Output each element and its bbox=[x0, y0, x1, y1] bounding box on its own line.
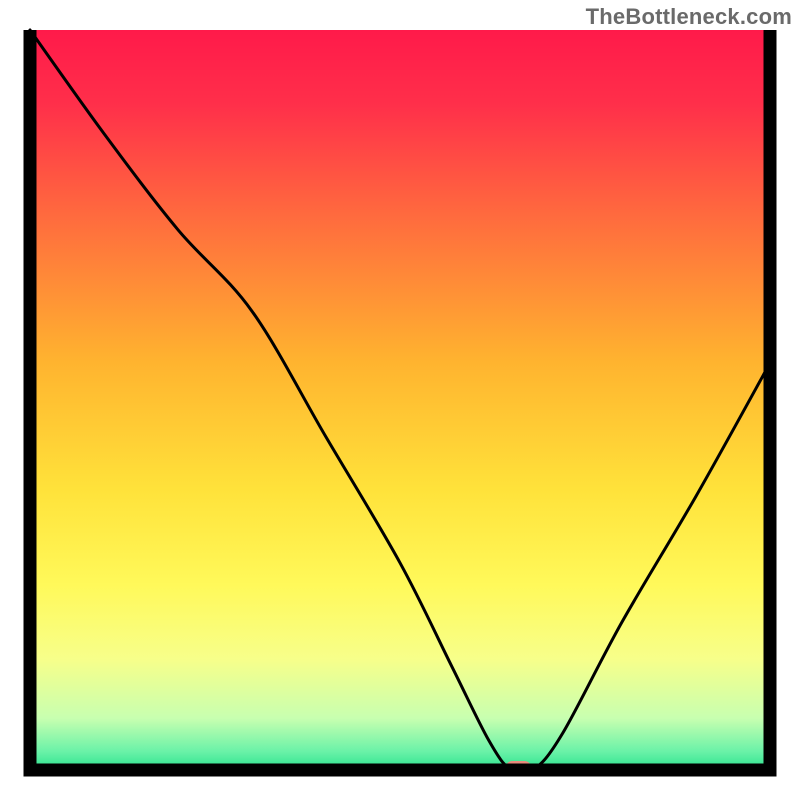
watermark-text: TheBottleneck.com bbox=[586, 4, 792, 30]
bottleneck-chart: TheBottleneck.com bbox=[0, 0, 800, 800]
plot-background bbox=[30, 30, 770, 770]
chart-svg bbox=[0, 0, 800, 800]
plot-area bbox=[30, 30, 770, 775]
